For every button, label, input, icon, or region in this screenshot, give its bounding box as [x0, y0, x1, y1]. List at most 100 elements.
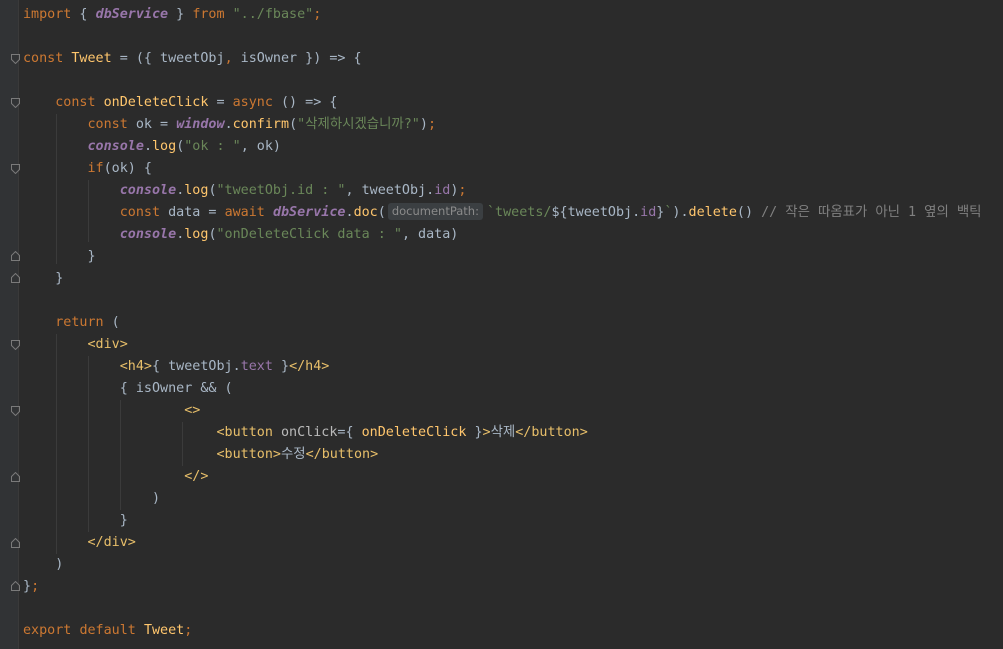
code-token: ,: [345, 183, 354, 198]
code-line[interactable]: <>: [23, 400, 200, 422]
code-token: onClick: [280, 425, 338, 440]
code-token: const: [119, 205, 169, 220]
code-token: from: [192, 7, 225, 22]
code-token: "onDeleteClick data : ": [216, 227, 402, 242]
fold-arrow-icon[interactable]: [11, 406, 20, 416]
fold-end-icon[interactable]: [11, 251, 20, 261]
code-token: console: [119, 227, 177, 242]
code-token: }: [23, 249, 96, 264]
code-token: async: [232, 95, 273, 110]
code-token: <>: [184, 403, 201, 418]
code-token: }: [272, 359, 290, 374]
fold-arrow-icon[interactable]: [11, 98, 20, 108]
code-token: 수정: [280, 447, 306, 462]
code-token: ,: [224, 51, 233, 66]
code-token: // 작은 따옴표가 아닌 1 옆의 백틱: [761, 205, 982, 220]
code-token: ,: [401, 227, 410, 242]
code-token: .: [143, 139, 152, 154]
code-line[interactable]: ): [23, 554, 63, 576]
code-line[interactable]: console.log("ok : ", ok): [23, 136, 282, 158]
code-token: }: [23, 513, 128, 528]
code-token: ;: [458, 183, 467, 198]
code-token: `tweets/: [486, 205, 552, 220]
fold-end-icon[interactable]: [11, 581, 20, 591]
code-line[interactable]: const onDeleteClick = async () => {: [23, 92, 337, 114]
code-token: ;: [31, 579, 40, 594]
code-token: </button>: [515, 425, 588, 440]
code-token: isOwner }) => {: [232, 51, 362, 66]
code-token: </h4>: [289, 359, 330, 374]
code-line[interactable]: <button onClick={ onDeleteClick }>삭제</bu…: [23, 422, 588, 444]
code-line[interactable]: export default Tweet;: [23, 620, 192, 642]
code-token: tweetObj.: [353, 183, 435, 198]
code-line[interactable]: const data = await dbService.doc(documen…: [23, 202, 982, 224]
code-line[interactable]: <div>: [23, 334, 128, 356]
fold-arrow-icon[interactable]: [11, 340, 20, 350]
fold-end-icon[interactable]: [11, 273, 20, 283]
code-line[interactable]: import { dbService } from "../fbase";: [23, 4, 321, 26]
code-token: "ok : ": [184, 139, 241, 154]
code-line[interactable]: const ok = window.confirm("삭제하시겠습니까?");: [23, 114, 437, 136]
code-line[interactable]: }: [23, 510, 128, 532]
code-token: if: [87, 161, 104, 176]
code-token: 삭제: [490, 425, 516, 440]
code-token: tweetObj.: [567, 205, 641, 220]
code-token: ).: [672, 205, 689, 220]
code-line[interactable]: if(ok) {: [23, 158, 153, 180]
code-line[interactable]: <h4>{ tweetObj.text }</h4>: [23, 356, 330, 378]
code-token: export: [23, 623, 80, 638]
code-token: }: [466, 425, 483, 440]
code-token: ok =: [135, 117, 177, 132]
code-token: ): [23, 557, 64, 572]
code-line[interactable]: console.log("onDeleteClick data : ", dat…: [23, 224, 459, 246]
code-line[interactable]: const Tweet = ({ tweetObj, isOwner }) =>…: [23, 48, 362, 70]
code-token: () => {: [272, 95, 338, 110]
code-token: log: [152, 139, 177, 154]
code-line[interactable]: return (: [23, 312, 120, 334]
code-token: <button: [216, 425, 281, 440]
code-line[interactable]: </div>: [23, 532, 136, 554]
code-line[interactable]: console.log("tweetObj.id : ", tweetObj.i…: [23, 180, 467, 202]
code-line[interactable]: };: [23, 576, 39, 598]
code-line[interactable]: </>: [23, 466, 208, 488]
code-line[interactable]: }: [23, 268, 63, 290]
code-editor[interactable]: import { dbService } from "../fbase"; con…: [0, 0, 1003, 649]
code-line[interactable]: ): [23, 488, 160, 510]
code-token: (: [208, 227, 217, 242]
fold-arrow-icon[interactable]: [11, 54, 20, 64]
code-token: log: [184, 183, 209, 198]
code-line[interactable]: { isOwner && (: [23, 378, 233, 400]
code-token: ={: [337, 425, 362, 440]
code-token: const: [87, 117, 136, 132]
code-token: >: [482, 425, 491, 440]
code-token: ): [419, 117, 428, 132]
code-token: onDeleteClick: [361, 425, 467, 440]
code-token: ;: [184, 623, 193, 638]
fold-end-icon[interactable]: [11, 472, 20, 482]
code-token: (ok) {: [103, 161, 152, 176]
code-token: data): [410, 227, 459, 242]
editor-gutter[interactable]: [0, 0, 20, 649]
code-line[interactable]: <button>수정</button>: [23, 444, 378, 466]
code-token: dbService: [272, 205, 346, 220]
code-token: (: [289, 117, 298, 132]
code-token: onDeleteClick: [103, 95, 209, 110]
code-token: data =: [168, 205, 225, 220]
code-line[interactable]: }: [23, 246, 96, 268]
fold-end-icon[interactable]: [11, 538, 20, 548]
code-token: id: [640, 205, 657, 220]
code-token: confirm: [232, 117, 290, 132]
fold-arrow-icon[interactable]: [11, 164, 20, 174]
code-token: <h4>: [119, 359, 152, 374]
code-token: ok): [248, 139, 281, 154]
